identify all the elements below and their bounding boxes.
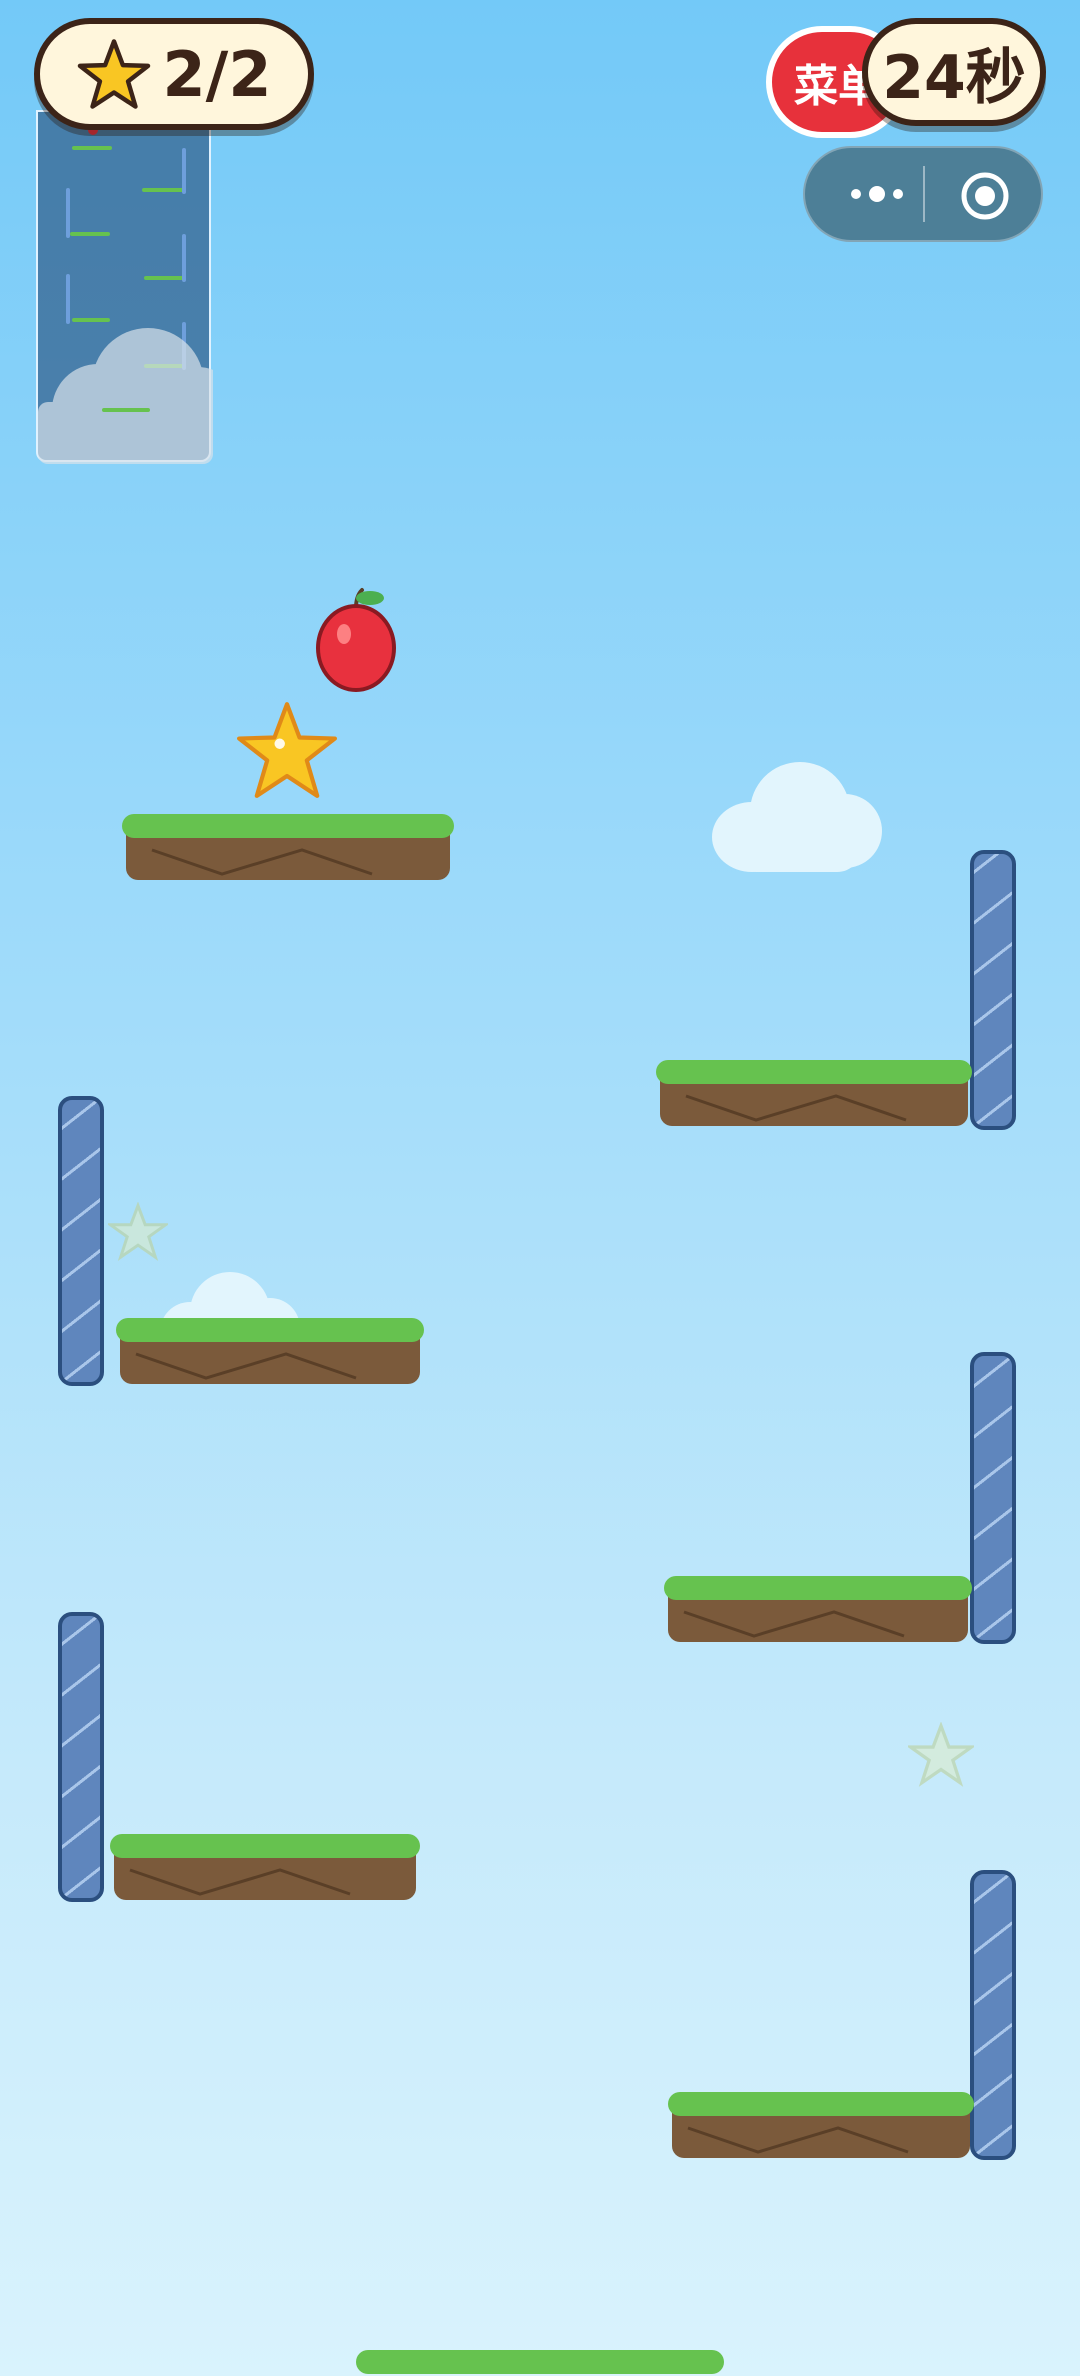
ice-wall [970, 850, 1016, 1130]
grass-platform [656, 1060, 972, 1126]
grass-platform [664, 1576, 972, 1642]
level-minimap [36, 110, 238, 464]
more-dots-icon[interactable] [837, 148, 917, 240]
grass-platform [116, 1318, 424, 1384]
capsule-divider [923, 166, 925, 222]
star-icon [77, 39, 150, 109]
timer-display: 24秒 [862, 18, 1046, 126]
collected-star-ghost [908, 1722, 974, 1787]
grass-platform [110, 1834, 420, 1900]
ice-wall [970, 1870, 1016, 2160]
ground-platform [356, 2350, 724, 2376]
miniprogram-capsule [803, 146, 1043, 242]
gold-star [236, 702, 337, 798]
game-scene[interactable]: 2/2 菜单 24秒 [0, 0, 1080, 2376]
score-counter: 2/2 [34, 18, 314, 130]
apple-player [316, 588, 396, 692]
collected-star-ghost [108, 1202, 168, 1261]
timer-text: 24秒 [882, 42, 1026, 113]
ice-wall [58, 1096, 104, 1386]
ice-wall [58, 1612, 104, 1902]
cloud [712, 762, 882, 872]
score-text: 2/2 [162, 37, 272, 111]
grass-platform [122, 814, 454, 880]
grass-platform [668, 2092, 974, 2158]
target-circle-icon[interactable] [959, 170, 1011, 222]
ice-wall [970, 1352, 1016, 1644]
